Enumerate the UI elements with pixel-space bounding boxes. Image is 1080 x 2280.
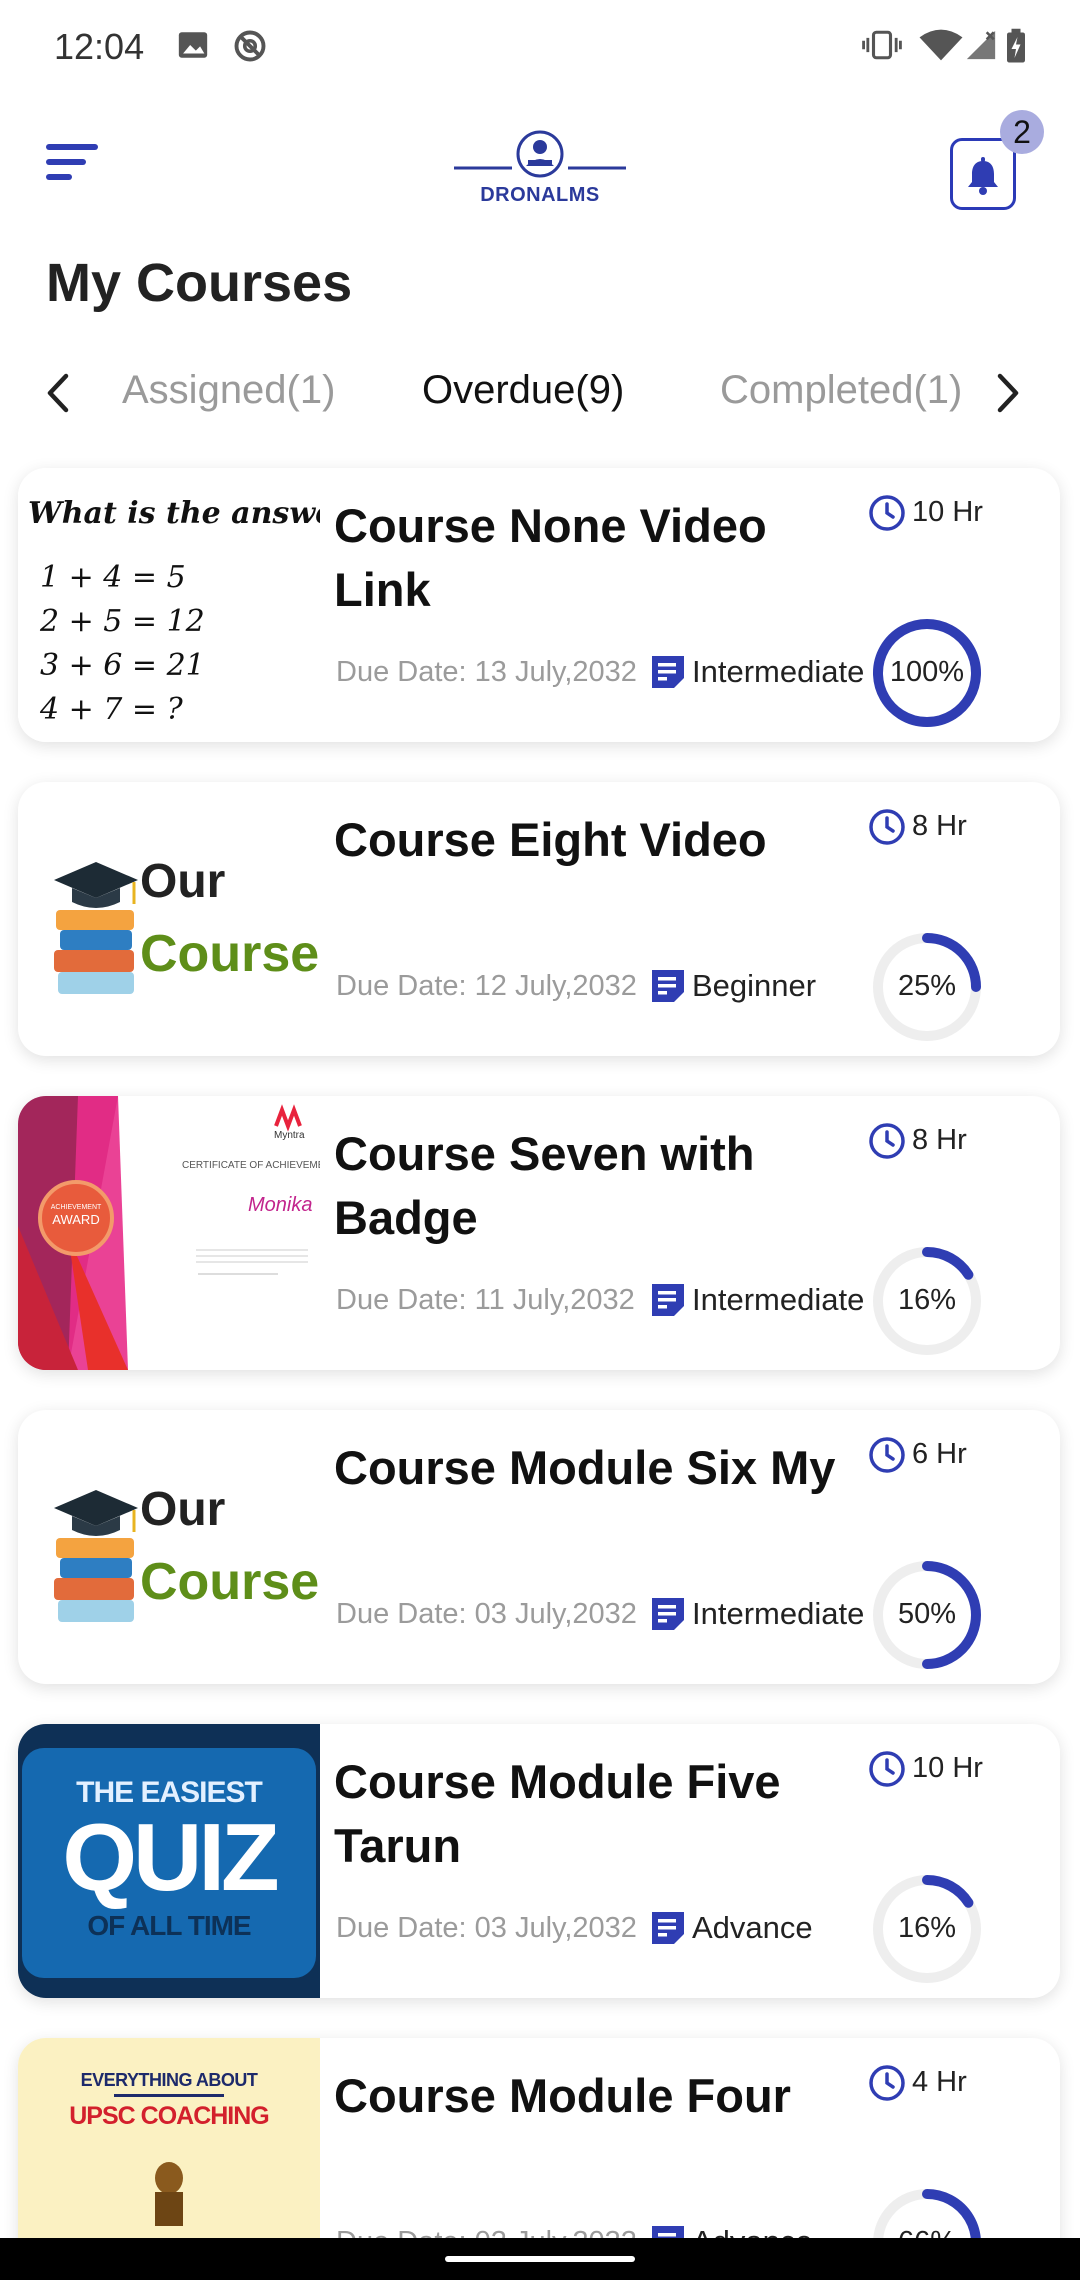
course-card[interactable]: THE EASIEST QUIZ OF ALL TIME Course Modu… — [18, 1724, 1060, 1998]
level-note-icon — [652, 970, 684, 1002]
thumb-upsc-rule — [114, 2094, 224, 2097]
thumb-our-text: Our — [140, 855, 226, 908]
level-note-icon — [652, 1598, 684, 1630]
course-title: Course Module Four — [334, 2069, 791, 2122]
thumb-math-row: 3 + 6 = 21 — [40, 648, 205, 683]
thumb-cert-brand: Myntra — [274, 1130, 305, 1141]
course-due-date: Due Date: 03 July,2032 — [336, 1598, 637, 1630]
thumb-courses-text: Courses — [140, 1553, 320, 1611]
course-duration: 4 Hr — [912, 2066, 967, 2098]
emblem-icon — [155, 2162, 183, 2226]
logo-text: DRONALMS — [480, 184, 600, 206]
vibrate-icon — [862, 30, 902, 60]
clock-icon — [869, 495, 905, 531]
tab-completed[interactable]: Completed(1) — [720, 368, 962, 413]
progress-label: 16% — [897, 1912, 957, 1944]
home-gesture-handle[interactable] — [445, 2256, 635, 2262]
course-level: Advance — [692, 1910, 813, 1945]
tab-overdue[interactable]: Overdue(9) — [422, 368, 624, 413]
course-duration: 10 Hr — [912, 496, 983, 528]
chevron-right-icon[interactable] — [982, 368, 1032, 418]
notification-button[interactable] — [950, 138, 1016, 210]
level-note-icon — [652, 656, 684, 688]
progress-arc — [922, 1875, 974, 1908]
course-card[interactable]: What is the answer? 1 + 4 = 5 2 + 5 = 12… — [18, 468, 1060, 742]
course-duration: 8 Hr — [912, 1124, 967, 1156]
course-title: Course Eight Video — [334, 813, 767, 866]
course-thumbnail: Our Courses — [18, 1410, 320, 1684]
thumb-upsc-line2: UPSC COACHING — [69, 2102, 270, 2130]
thumb-math-row: 4 + 7 = ? — [40, 692, 183, 727]
wifi-icon — [919, 29, 963, 61]
course-level: Beginner — [692, 968, 817, 1003]
course-title: Course Module Five Tarun — [334, 1755, 781, 1872]
clock-icon — [869, 1123, 905, 1159]
course-tabs: Assigned(1) Overdue(9) Completed(1) — [0, 356, 1080, 436]
course-duration: 8 Hr — [912, 810, 967, 842]
sync-disabled-icon — [234, 30, 266, 62]
notification-badge: 2 — [1000, 110, 1044, 154]
clock-icon — [869, 1751, 905, 1787]
menu-icon[interactable] — [46, 140, 102, 184]
course-duration: 10 Hr — [912, 1752, 983, 1784]
course-thumbnail: THE EASIEST QUIZ OF ALL TIME — [18, 1724, 320, 1998]
status-time: 12:04 — [54, 26, 145, 67]
course-card[interactable]: Myntra CERTIFICATE OF ACHIEVEMENT Monika… — [18, 1096, 1060, 1370]
progress-label: 100% — [889, 656, 965, 688]
progress-arc — [922, 1247, 974, 1280]
app-logo: DRONALMS — [450, 120, 630, 210]
clock-icon — [869, 809, 905, 845]
course-title: Course Seven with Badge — [334, 1127, 755, 1244]
thumb-courses-text: Courses — [140, 925, 320, 983]
progress-label: 50% — [897, 1598, 957, 1630]
course-card[interactable]: Our Courses Course Eight Video 8 Hr Due … — [18, 782, 1060, 1056]
thumb-cert-badge-main: AWARD — [52, 1212, 100, 1227]
thumb-cert-heading: CERTIFICATE OF ACHIEVEMENT — [182, 1160, 320, 1171]
books-cap-icon — [54, 862, 138, 994]
thumb-cert-name: Monika — [248, 1194, 313, 1216]
progress-label: 25% — [897, 970, 957, 1002]
bell-icon — [968, 157, 998, 195]
level-note-icon — [652, 1284, 684, 1316]
course-level: Intermediate — [692, 1282, 865, 1317]
image-icon — [178, 32, 208, 58]
course-level: Intermediate — [692, 654, 865, 689]
app-header: DRONALMS 2 — [0, 110, 1080, 230]
thumb-upsc-line1: EVERYTHING ABOUT — [80, 2070, 258, 2090]
thumb-quiz-line3: OF ALL TIME — [87, 1910, 251, 1941]
level-note-icon — [652, 1912, 684, 1944]
course-title: Course None Video Link — [334, 499, 767, 616]
logo-mark-icon — [454, 130, 626, 178]
thumb-cert-badge-top: ACHIEVEMENT — [50, 1204, 102, 1211]
course-due-date: Due Date: 03 July,2032 — [336, 1912, 637, 1944]
course-thumbnail: Myntra CERTIFICATE OF ACHIEVEMENT Monika… — [18, 1096, 320, 1370]
clock-icon — [869, 1437, 905, 1473]
thumb-math-row: 2 + 5 = 12 — [40, 604, 205, 639]
books-cap-icon — [54, 1490, 138, 1622]
chevron-left-icon[interactable] — [34, 368, 84, 418]
thumb-math-row: 1 + 4 = 5 — [40, 560, 186, 595]
course-due-date: Due Date: 11 July,2032 — [336, 1284, 635, 1316]
course-thumbnail: What is the answer? 1 + 4 = 5 2 + 5 = 12… — [18, 468, 320, 742]
thumb-quiz-line2: QUIZ — [62, 1804, 279, 1911]
battery-icon — [1007, 28, 1025, 63]
course-level: Intermediate — [692, 1596, 865, 1631]
status-bar: 12:04 — [0, 0, 1080, 90]
course-duration: 6 Hr — [912, 1438, 967, 1470]
progress-label: 16% — [897, 1284, 957, 1316]
system-nav-bar — [0, 2238, 1080, 2280]
course-due-date: Due Date: 13 July,2032 — [336, 656, 637, 688]
course-card[interactable]: Our Courses Course Module Six My 6 Hr Du… — [18, 1410, 1060, 1684]
clock-icon — [869, 2065, 905, 2101]
thumb-our-text: Our — [140, 1483, 226, 1536]
tab-assigned[interactable]: Assigned(1) — [122, 368, 335, 413]
course-title: Course Module Six My — [334, 1441, 836, 1494]
course-due-date: Due Date: 12 July,2032 — [336, 970, 637, 1002]
thumb-math-question: What is the answer? — [28, 496, 320, 531]
page-title: My Courses — [46, 253, 353, 313]
signal-icon — [966, 30, 996, 60]
course-thumbnail: Our Courses — [18, 782, 320, 1056]
